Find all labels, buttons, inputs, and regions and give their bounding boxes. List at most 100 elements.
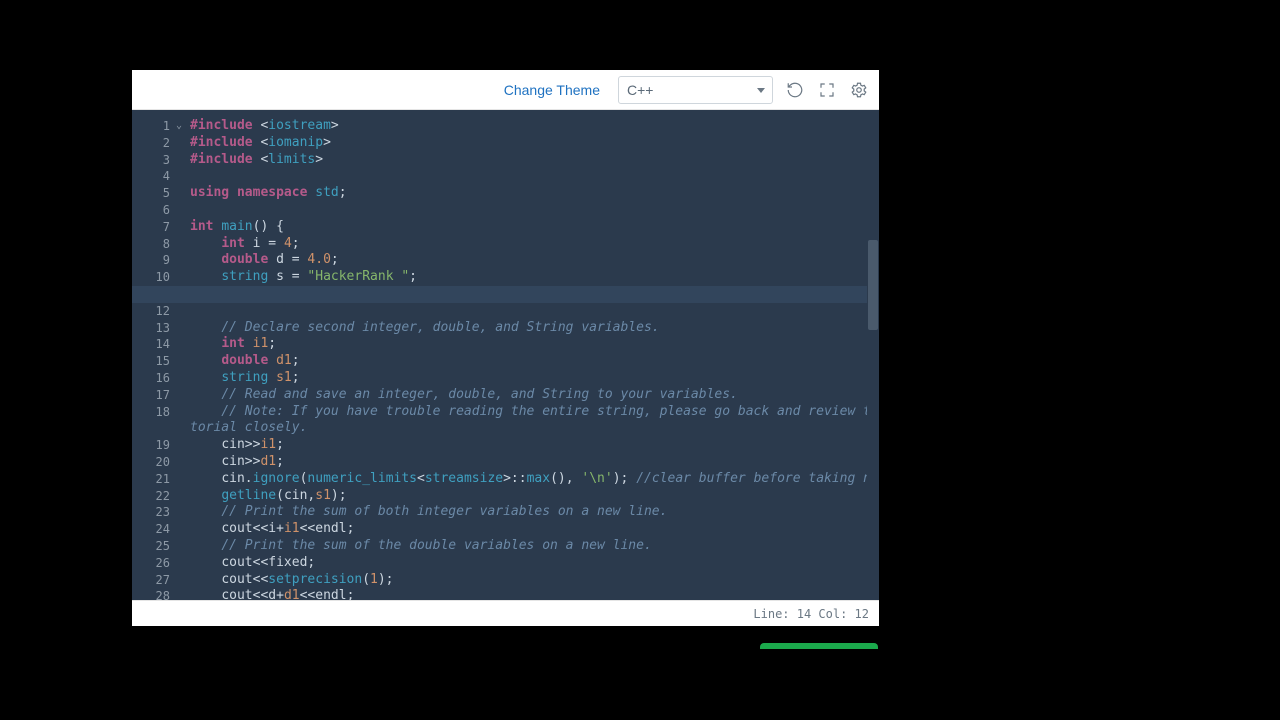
fold-caret	[176, 488, 190, 505]
line-number: 27	[132, 572, 172, 589]
code-line[interactable]: cout<<d+d1<<endl;	[190, 588, 869, 600]
line-number: 16	[132, 370, 172, 387]
fold-caret	[176, 387, 190, 404]
line-number: 21	[132, 471, 172, 488]
fold-caret	[176, 504, 190, 521]
line-number: 5	[132, 185, 172, 202]
fold-caret	[176, 219, 190, 236]
code-line[interactable]: // Print the sum of the double variables…	[190, 538, 869, 555]
fold-caret	[176, 572, 190, 589]
fold-caret	[176, 555, 190, 572]
status-bar: Line: 14 Col: 12	[132, 600, 879, 626]
code-line[interactable]: string s = "HackerRank ";	[190, 269, 869, 286]
fold-caret[interactable]: ⌄	[176, 118, 190, 135]
code-line[interactable]: double d = 4.0;	[190, 252, 869, 269]
fold-caret	[176, 320, 190, 337]
code-line[interactable]: #include <limits>	[190, 152, 869, 169]
line-number: 23	[132, 504, 172, 521]
line-number: 3	[132, 152, 172, 169]
submit-button[interactable]	[760, 643, 878, 649]
line-number: 20	[132, 454, 172, 471]
fold-caret	[176, 454, 190, 471]
line-number: 1	[132, 118, 172, 135]
code-line[interactable]: double d1;	[190, 353, 869, 370]
fold-caret	[176, 538, 190, 555]
fold-caret	[176, 471, 190, 488]
editor-panel: Change Theme C++ 12345678910111213141516…	[132, 70, 879, 626]
fold-caret	[176, 336, 190, 353]
line-number: 17	[132, 387, 172, 404]
code-line[interactable]: cin>>i1;	[190, 437, 869, 454]
fold-caret	[176, 353, 190, 370]
code-line[interactable]: cout<<i+i1<<endl;	[190, 521, 869, 538]
code-line[interactable]	[190, 202, 869, 219]
code-line[interactable]	[190, 303, 869, 320]
line-number: 7	[132, 219, 172, 236]
line-number: 22	[132, 488, 172, 505]
settings-icon[interactable]	[849, 80, 869, 100]
line-number: 26	[132, 555, 172, 572]
code-line[interactable]: cin.ignore(numeric_limits<streamsize>::m…	[190, 471, 869, 488]
code-line[interactable]: cout<<setprecision(1);	[190, 572, 869, 589]
change-theme-link[interactable]: Change Theme	[504, 82, 600, 98]
fold-caret	[176, 303, 190, 320]
code-line[interactable]: // Note: If you have trouble reading the…	[190, 404, 869, 421]
fold-caret	[176, 404, 190, 421]
editor-toolbar: Change Theme C++	[132, 70, 879, 110]
line-number: 24	[132, 521, 172, 538]
line-number-gutter: 1234567891011121314151617181920212223242…	[132, 110, 176, 600]
line-number: 13	[132, 320, 172, 337]
fold-caret	[176, 269, 190, 286]
fullscreen-icon[interactable]	[817, 80, 837, 100]
language-select[interactable]: C++	[618, 76, 773, 104]
line-number: 19	[132, 437, 172, 454]
fold-gutter: ⌄	[176, 110, 190, 600]
fold-caret	[176, 437, 190, 454]
fold-caret	[176, 588, 190, 600]
code-line[interactable]: using namespace std;	[190, 185, 869, 202]
code-line[interactable]: int i1;	[190, 336, 869, 353]
line-number: 8	[132, 236, 172, 253]
code-editor[interactable]: 1234567891011121314151617181920212223242…	[132, 110, 879, 600]
code-line[interactable]	[190, 168, 869, 185]
language-select-wrap: C++	[618, 76, 773, 104]
code-line[interactable]: cin>>d1;	[190, 454, 869, 471]
cursor-position: Line: 14 Col: 12	[753, 607, 869, 621]
fold-caret	[176, 521, 190, 538]
code-line[interactable]: string s1;	[190, 370, 869, 387]
code-line[interactable]: #include <iomanip>	[190, 135, 869, 152]
line-number: 4	[132, 168, 172, 185]
line-number: 6	[132, 202, 172, 219]
reset-icon[interactable]	[785, 80, 805, 100]
scrollbar-thumb[interactable]	[868, 240, 878, 330]
code-line[interactable]: torial closely.	[190, 420, 869, 437]
fold-caret	[176, 185, 190, 202]
code-line[interactable]: // Read and save an integer, double, and…	[190, 387, 869, 404]
line-number: 10	[132, 269, 172, 286]
code-line[interactable]	[132, 286, 879, 303]
code-line[interactable]: int i = 4;	[190, 236, 869, 253]
line-number: 25	[132, 538, 172, 555]
code-line[interactable]: // Declare second integer, double, and S…	[190, 320, 869, 337]
code-line[interactable]: cout<<fixed;	[190, 555, 869, 572]
fold-caret	[176, 152, 190, 169]
fold-caret	[176, 236, 190, 253]
line-number: 15	[132, 353, 172, 370]
code-line[interactable]: getline(cin,s1);	[190, 488, 869, 505]
code-line[interactable]: #include <iostream>	[190, 118, 869, 135]
fold-caret	[176, 370, 190, 387]
line-number: 2	[132, 135, 172, 152]
code-line[interactable]: // Print the sum of both integer variabl…	[190, 504, 869, 521]
line-number: 9	[132, 252, 172, 269]
line-number: 12	[132, 303, 172, 320]
code-area[interactable]: #include <iostream>#include <iomanip>#in…	[190, 110, 869, 600]
fold-caret	[176, 135, 190, 152]
line-number: 14	[132, 336, 172, 353]
code-line[interactable]: int main() {	[190, 219, 869, 236]
line-number: 28	[132, 588, 172, 600]
fold-caret	[176, 168, 190, 185]
line-number: 18	[132, 404, 172, 421]
fold-caret	[176, 202, 190, 219]
scrollbar-track[interactable]	[867, 110, 879, 600]
fold-caret	[176, 252, 190, 269]
